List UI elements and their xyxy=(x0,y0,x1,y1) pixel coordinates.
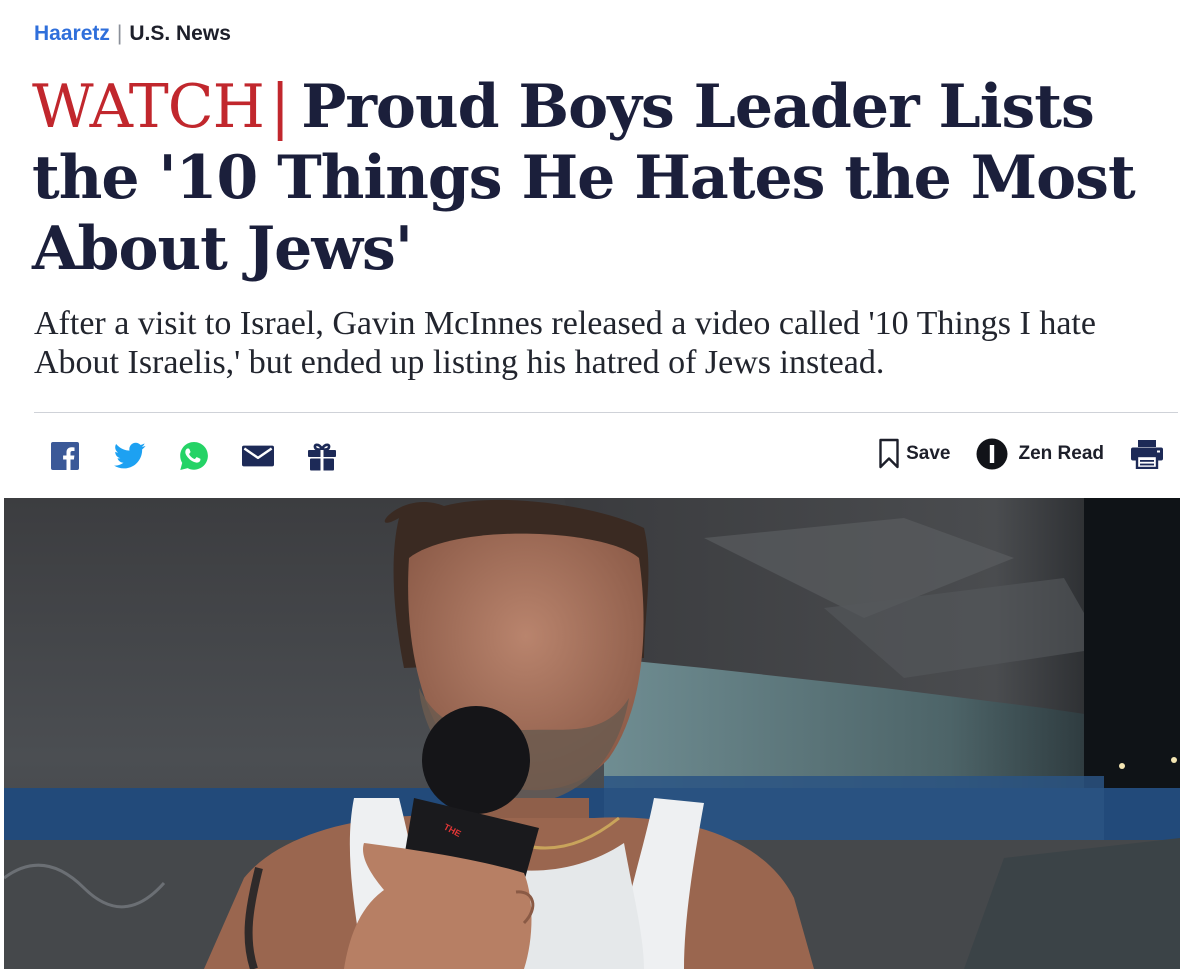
twitter-icon xyxy=(114,442,146,469)
article-subheadline: After a visit to Israel, Gavin McInnes r… xyxy=(34,305,1096,381)
save-label: Save xyxy=(906,443,951,464)
gift-icon xyxy=(308,443,336,471)
video-still: THE xyxy=(4,498,1180,969)
breadcrumb-site-link[interactable]: Haaretz xyxy=(34,20,110,48)
share-bar xyxy=(50,438,370,474)
article-headline: WATCH | Proud Boys Leader Lists the '10 Th… xyxy=(32,72,1172,285)
email-icon xyxy=(242,445,274,467)
facebook-share-button[interactable] xyxy=(50,438,82,474)
gift-article-button[interactable] xyxy=(306,438,338,474)
printer-icon xyxy=(1131,440,1163,469)
twitter-share-button[interactable] xyxy=(114,438,146,474)
breadcrumb-section-link[interactable]: U.S. News xyxy=(129,20,231,48)
facebook-icon xyxy=(51,442,79,470)
whatsapp-share-button[interactable] xyxy=(178,438,210,474)
breadcrumb: Haaretz | U.S. News xyxy=(34,20,231,48)
kicker-separator: | xyxy=(269,72,290,142)
email-share-button[interactable] xyxy=(242,438,274,474)
zen-read-label: Zen Read xyxy=(1018,443,1104,464)
print-button[interactable] xyxy=(1130,439,1164,469)
hero-image: THE xyxy=(4,498,1180,969)
breadcrumb-separator: | xyxy=(116,22,123,45)
article-tools: Save Zen Read xyxy=(852,438,1164,470)
headline-kicker: WATCH xyxy=(32,72,265,142)
bookmark-icon xyxy=(879,438,899,469)
divider xyxy=(34,412,1178,413)
whatsapp-icon xyxy=(180,442,208,470)
save-button[interactable]: Save xyxy=(878,438,950,470)
zen-read-button[interactable]: Zen Read xyxy=(976,438,1104,470)
zen-read-icon xyxy=(976,438,1008,470)
